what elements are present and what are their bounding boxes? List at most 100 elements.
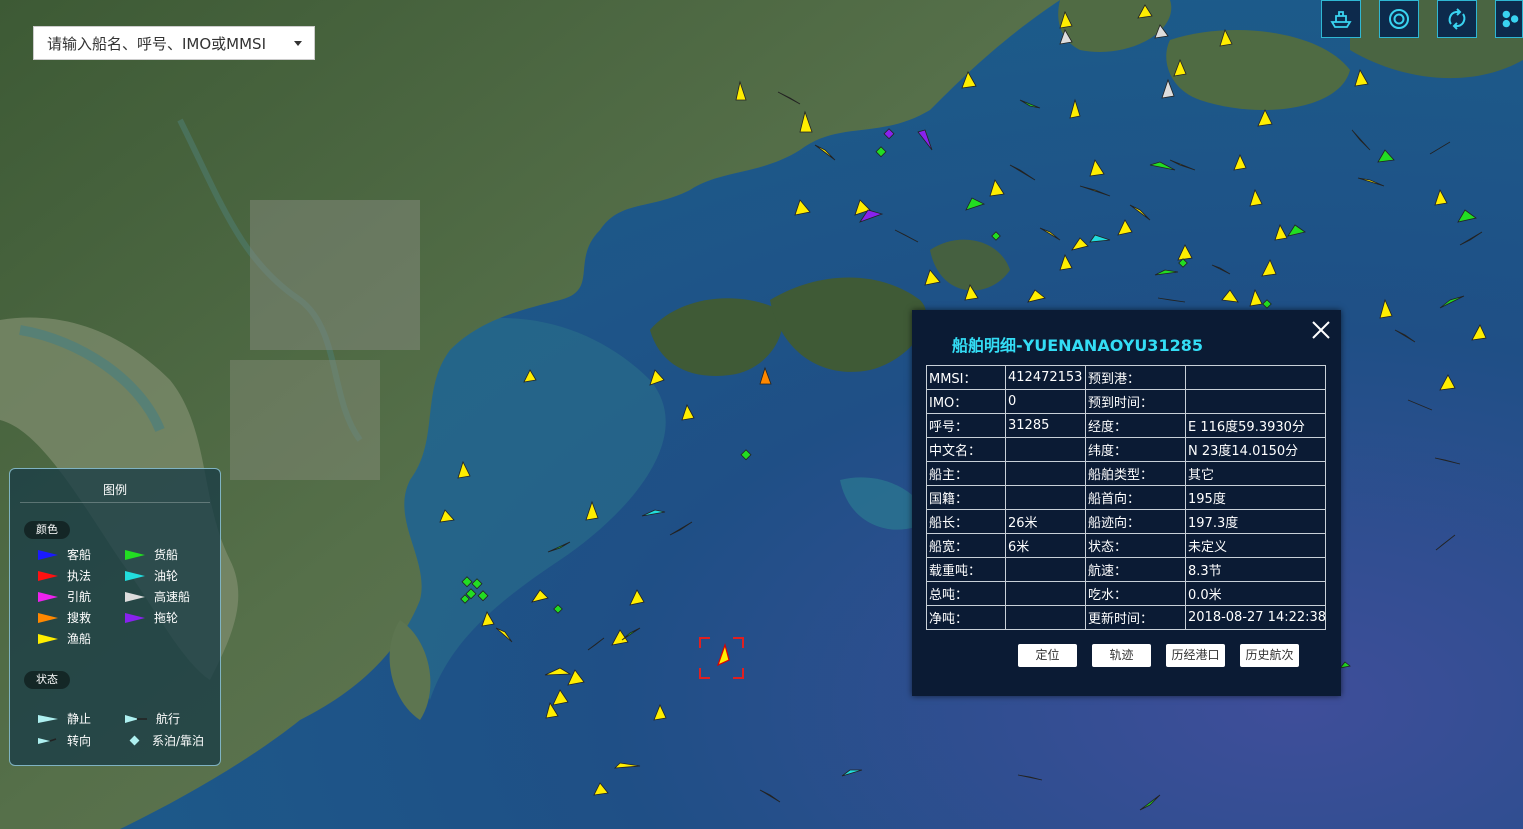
detail-value: 0	[1005, 389, 1086, 414]
legend-divider	[20, 502, 210, 503]
detail-row: 国籍： 船首向： 195度	[926, 485, 1326, 510]
legend-item-cargo: 货船	[125, 546, 178, 563]
detail-value: 8.3节	[1185, 557, 1326, 582]
tanker-icon	[125, 570, 145, 581]
detail-value: 2018-08-27 14:22:38	[1185, 605, 1326, 630]
detail-row: 净吨： 更新时间： 2018-08-27 14:22:38	[926, 605, 1326, 630]
detail-row: 船宽： 6米 状态： 未定义	[926, 533, 1326, 558]
detail-value: 31285	[1005, 413, 1086, 438]
detail-label: 船首向：	[1085, 485, 1186, 510]
detail-value	[1185, 365, 1326, 390]
static-icon	[38, 714, 58, 723]
detail-label: 船舶类型：	[1085, 461, 1186, 486]
detail-value: 197.3度	[1185, 509, 1326, 534]
legend-item-fishing: 渔船	[38, 630, 91, 647]
legend-item-turning: 转向	[38, 732, 91, 749]
detail-value	[1005, 437, 1086, 462]
detail-value: 6米	[1005, 533, 1086, 558]
detail-label: 船迹向：	[1085, 509, 1186, 534]
vessel-detail-panel: 船舶明细-YUENANAOYU31285 MMSI： 412472153 预到港： I…	[912, 310, 1341, 696]
locate-button[interactable]: 定位	[1018, 644, 1077, 667]
detail-value: N 23度14.0150分	[1185, 437, 1326, 462]
detail-value: 26米	[1005, 509, 1086, 534]
detail-row: IMO： 0 预到时间：	[926, 389, 1326, 414]
sailing-icon	[125, 714, 147, 723]
target-icon	[1389, 9, 1409, 29]
detail-label: 预到时间：	[1085, 389, 1186, 414]
cluster-icon	[1502, 10, 1519, 28]
detail-value	[1005, 581, 1086, 606]
target-tool-button[interactable]	[1379, 0, 1419, 38]
close-icon[interactable]	[1310, 319, 1332, 341]
vessel-search-dropdown[interactable]: 请输入船名、呼号、IMO或MMSI	[33, 26, 315, 60]
passenger-ship-icon	[38, 549, 58, 560]
detail-value: 其它	[1185, 461, 1326, 486]
vessel-detail-table: MMSI： 412472153 预到港： IMO： 0 预到时间： 呼号： 31285 经度： E…	[926, 365, 1326, 630]
pilot-icon	[38, 591, 58, 602]
detail-label: IMO：	[926, 389, 1006, 414]
legend-item-pilot: 引航	[38, 588, 91, 605]
detail-label: 更新时间：	[1085, 605, 1186, 630]
legend-item-passenger: 客船	[38, 546, 91, 563]
detail-value	[1005, 557, 1086, 582]
detail-label: 净吨：	[926, 605, 1006, 630]
legend-item-static: 静止	[38, 710, 91, 727]
legend-item-tug: 拖轮	[125, 609, 178, 626]
detail-row: 呼号： 31285 经度： E 116度59.3930分	[926, 413, 1326, 438]
panel-title: 船舶明细-YUENANAOYU31285	[952, 336, 1203, 355]
detail-row: 载重吨： 航速： 8.3节	[926, 557, 1326, 582]
legend-item-search-rescue: 搜救	[38, 609, 91, 626]
detail-label: MMSI：	[926, 365, 1006, 390]
detail-value: 195度	[1185, 485, 1326, 510]
detail-label: 船宽：	[926, 533, 1006, 558]
detail-row: 中文名： 纬度： N 23度14.0150分	[926, 437, 1326, 462]
high-speed-icon	[125, 591, 145, 602]
legend-status-section: 状态	[24, 671, 70, 689]
detail-label: 中文名：	[926, 437, 1006, 462]
detail-value: 未定义	[1185, 533, 1326, 558]
ship-icon	[1330, 11, 1352, 28]
turning-icon	[38, 737, 57, 744]
detail-value	[1005, 461, 1086, 486]
detail-row: MMSI： 412472153 预到港：	[926, 365, 1326, 390]
detail-value	[1185, 389, 1326, 414]
search-placeholder: 请输入船名、呼号、IMO或MMSI	[47, 34, 267, 53]
detail-row: 船主： 船舶类型： 其它	[926, 461, 1326, 486]
track-button[interactable]: 轨迹	[1092, 644, 1151, 667]
refresh-icon	[1448, 8, 1466, 30]
detail-label: 状态：	[1085, 533, 1186, 558]
detail-label: 国籍：	[926, 485, 1006, 510]
detail-value: E 116度59.3930分	[1185, 413, 1326, 438]
legend-item-tanker: 油轮	[125, 567, 178, 584]
ship-tool-button[interactable]	[1321, 0, 1361, 38]
tug-icon	[125, 612, 145, 623]
search-rescue-icon	[38, 612, 58, 623]
detail-row: 船长： 26米 船迹向： 197.3度	[926, 509, 1326, 534]
detail-label: 船长：	[926, 509, 1006, 534]
cargo-ship-icon	[125, 549, 145, 560]
detail-value: 0.0米	[1185, 581, 1326, 606]
legend-color-section: 颜色	[24, 521, 70, 539]
law-enforcement-icon	[38, 570, 58, 581]
detail-label: 预到港：	[1085, 365, 1186, 390]
refresh-tool-button[interactable]	[1437, 0, 1477, 38]
moored-icon	[129, 735, 140, 745]
detail-label: 呼号：	[926, 413, 1006, 438]
detail-label: 总吨：	[926, 581, 1006, 606]
detail-label: 纬度：	[1085, 437, 1186, 462]
detail-label: 吃水：	[1085, 581, 1186, 606]
legend-item-law-enforcement: 执法	[38, 567, 91, 584]
fishing-boat-icon	[38, 633, 58, 644]
detail-value	[1005, 605, 1086, 630]
voyage-history-button[interactable]: 历史航次	[1240, 644, 1299, 667]
detail-row: 总吨： 吃水： 0.0米	[926, 581, 1326, 606]
cluster-tool-button[interactable]	[1495, 0, 1523, 38]
legend-item-high-speed: 高速船	[125, 588, 190, 605]
legend-title: 图例	[102, 483, 127, 497]
detail-value: 412472153	[1005, 365, 1086, 390]
chevron-down-icon	[294, 41, 302, 46]
ports-visited-button[interactable]: 历经港口	[1166, 644, 1225, 667]
legend-item-moored: 系泊/靠泊	[127, 732, 204, 749]
detail-label: 航速：	[1085, 557, 1186, 582]
detail-label: 船主：	[926, 461, 1006, 486]
